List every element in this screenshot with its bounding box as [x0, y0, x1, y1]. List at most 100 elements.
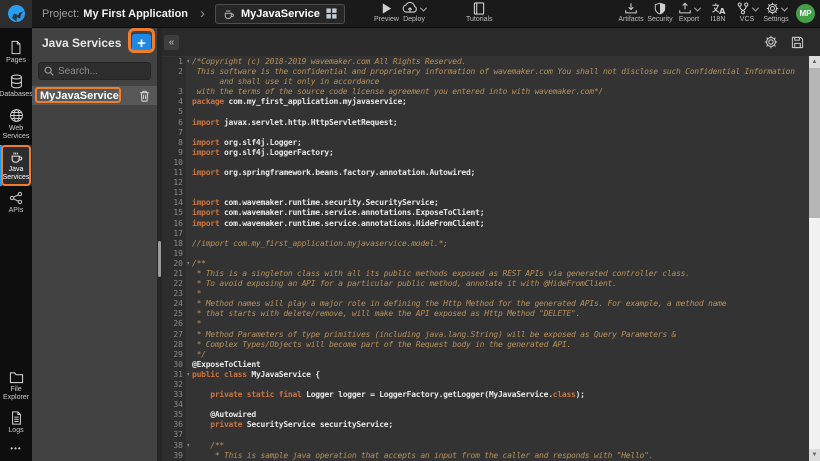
code-row: 29 */: [162, 350, 809, 360]
line-number: 31▾: [162, 370, 186, 380]
delete-service-button[interactable]: [139, 90, 150, 102]
line-number: 11: [162, 168, 186, 178]
code-row: 33 private static final Logger logger = …: [162, 390, 809, 400]
code-row: 16import com.wavemaker.runtime.service.a…: [162, 219, 809, 229]
sidebar-item-java-services[interactable]: Java Services: [0, 145, 32, 186]
line-number: 12: [162, 178, 186, 188]
line-number: 22: [162, 279, 186, 289]
code-text: import org.slf4j.Logger;: [186, 138, 302, 148]
code-row: and shall use it only in accordance: [162, 77, 809, 87]
code-row: 5: [162, 107, 809, 117]
code-row: 7: [162, 128, 809, 138]
code-row: 31▾public class MyJavaService {: [162, 370, 809, 380]
line-number: 1▾: [162, 57, 186, 67]
sidebar-item-web-services[interactable]: Web Services: [0, 103, 32, 145]
chevron-down-icon: [752, 5, 759, 12]
tab-label: MyJavaService: [241, 8, 320, 20]
fold-marker-icon[interactable]: ▾: [186, 57, 190, 67]
main-body: Pages Databases Web Services: [0, 28, 820, 461]
code-lines: 1▾/*Copyright (c) 2018-2019 wavemaker.co…: [162, 57, 809, 461]
settings-button[interactable]: Settings: [763, 1, 789, 23]
code-row: 25 * that starts with delete/remove, wil…: [162, 309, 809, 319]
code-area[interactable]: 1▾/*Copyright (c) 2018-2019 wavemaker.co…: [162, 56, 820, 461]
vcs-button[interactable]: VCS: [734, 1, 760, 23]
code-text: * Complex Types/Objects will become part…: [186, 340, 571, 350]
gear-icon: [766, 2, 779, 15]
preview-button[interactable]: Preview: [374, 1, 399, 23]
code-text: * This is a singleton class with all its…: [186, 269, 690, 279]
service-search: [38, 62, 151, 80]
sidebar-more-button[interactable]: •••: [0, 439, 32, 461]
export-button[interactable]: Export: [676, 1, 702, 23]
project-name[interactable]: My First Application: [83, 8, 188, 20]
tab-myjavaservice[interactable]: MyJavaService: [215, 4, 345, 24]
code-text: package com.my_first_application.myjavas…: [186, 97, 407, 107]
code-text: and shall use it only in accordance: [186, 77, 379, 87]
code-text: *: [186, 319, 201, 329]
code-row: 32: [162, 380, 809, 390]
sidebar-item-logs[interactable]: Logs: [0, 406, 32, 439]
play-icon: [380, 2, 393, 15]
code-row: 1▾/*Copyright (c) 2018-2019 wavemaker.co…: [162, 57, 809, 67]
sidebar-item-apis[interactable]: APIs: [0, 186, 32, 219]
user-avatar[interactable]: MP: [796, 4, 815, 23]
grid-icon[interactable]: [326, 8, 337, 19]
line-number: 19: [162, 249, 186, 259]
line-number: 6: [162, 118, 186, 128]
line-number: 18: [162, 239, 186, 249]
fold-marker-icon[interactable]: ▾: [186, 259, 190, 269]
service-name: MyJavaService: [40, 90, 119, 102]
security-button[interactable]: Security: [647, 1, 673, 23]
wavemaker-logo[interactable]: [0, 0, 32, 28]
code-row: 9import org.slf4j.LoggerFactory;: [162, 148, 809, 158]
code-row: 11import org.springframework.beans.facto…: [162, 168, 809, 178]
line-number: 35: [162, 410, 186, 420]
tutorials-button[interactable]: Tutorials: [466, 1, 493, 23]
code-text: * To avoid exposing an API for a particu…: [186, 279, 617, 289]
resize-handle[interactable]: [158, 241, 161, 277]
sidebar-item-label: APIs: [9, 207, 24, 215]
i18n-button[interactable]: A I18N: [705, 1, 731, 23]
code-text: import org.slf4j.LoggerFactory;: [186, 148, 334, 158]
sidebar-spacer: [0, 219, 32, 366]
panel-title: Java Services: [42, 36, 121, 50]
scrollbar-thumb[interactable]: [809, 68, 820, 218]
scroll-down-button[interactable]: ▼: [809, 449, 820, 461]
globe-icon: [9, 108, 24, 123]
fold-marker-icon[interactable]: ▾: [186, 441, 190, 451]
download-icon: [624, 2, 638, 15]
line-number: 7: [162, 128, 186, 138]
sidebar-item-label: Pages: [6, 57, 26, 65]
line-number: 39: [162, 451, 186, 461]
sidebar-item-file-explorer[interactable]: File Explorer: [0, 366, 32, 406]
editor-settings-gear-icon[interactable]: [764, 35, 778, 49]
deploy-button[interactable]: Deploy: [402, 1, 426, 23]
line-number: 15: [162, 208, 186, 218]
save-icon[interactable]: [791, 36, 804, 49]
code-row: 3 with the terms of the source code lice…: [162, 87, 809, 97]
fold-marker-icon[interactable]: ▾: [186, 370, 190, 380]
code-row: 4package com.my_first_application.myjava…: [162, 97, 809, 107]
sidebar-item-pages[interactable]: Pages: [0, 35, 32, 69]
collapse-panel-button[interactable]: «: [164, 35, 179, 50]
sidebar-item-label: Web Services: [1, 125, 31, 141]
api-icon: [9, 191, 23, 205]
code-text: [186, 158, 192, 168]
line-number: 37: [162, 430, 186, 440]
scroll-up-button[interactable]: ▲: [809, 56, 820, 68]
add-java-service-button[interactable]: +: [132, 34, 151, 53]
code-text: import org.springframework.beans.factory…: [186, 168, 475, 178]
search-icon: [44, 66, 54, 76]
sidebar-item-label: Logs: [8, 427, 23, 435]
artifacts-button[interactable]: Artifacts: [618, 1, 644, 23]
code-text: /**: [186, 441, 224, 451]
sidebar-item-databases[interactable]: Databases: [0, 69, 32, 103]
service-list-item-myjavaservice[interactable]: MyJavaService: [32, 86, 157, 105]
code-text: */: [186, 350, 206, 360]
left-icon-sidebar: Pages Databases Web Services: [0, 28, 32, 461]
search-input[interactable]: [58, 66, 145, 77]
folder-icon: [9, 371, 24, 384]
translate-icon: A: [711, 2, 726, 15]
line-number: 10: [162, 158, 186, 168]
code-row: 23 *: [162, 289, 809, 299]
